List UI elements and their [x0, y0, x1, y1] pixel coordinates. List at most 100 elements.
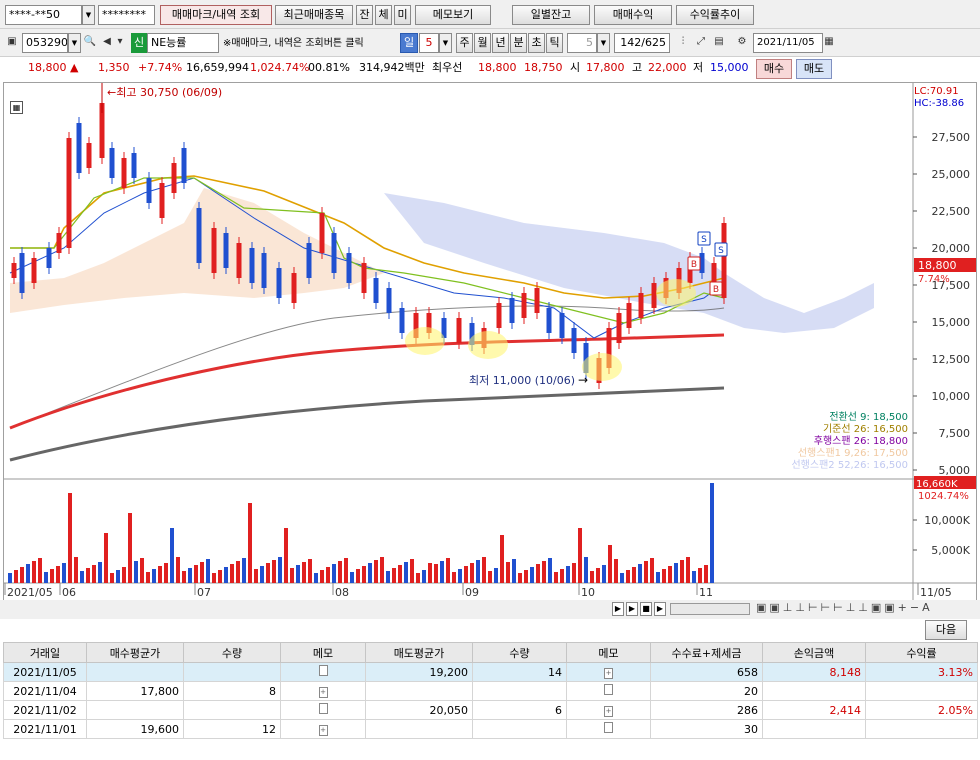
chart-canvas[interactable]: 27,50025,00022,50020,00017,50015,00012,5… — [4, 83, 976, 609]
stop-button[interactable]: ■ — [640, 602, 652, 616]
trend-line-icon[interactable]: ⤢ — [694, 34, 708, 50]
volume-bar — [128, 513, 132, 583]
memo-view-button[interactable]: 메모보기 — [415, 5, 491, 25]
scrollbar-track[interactable] — [670, 603, 750, 615]
password-field[interactable]: ******** — [98, 5, 155, 25]
gear-icon[interactable]: ⚙ — [735, 34, 749, 50]
next-button[interactable]: 다음 — [925, 620, 967, 640]
cell-return — [865, 719, 978, 739]
recent-trades-button[interactable]: 최근매매종목 — [275, 5, 353, 25]
sell-button[interactable]: 매도 — [796, 59, 832, 79]
volume-bar — [338, 561, 342, 583]
period-tick-button[interactable]: 틱 — [546, 33, 563, 53]
period-month-button[interactable]: 월 — [474, 33, 491, 53]
scroll-left-button[interactable]: ▶ — [612, 602, 624, 616]
memo-icon[interactable]: + — [566, 662, 651, 682]
chart-settings-icon[interactable]: ▦ — [10, 101, 23, 114]
return-trend-button[interactable]: 수익률추이 — [676, 5, 754, 25]
bid-price: 18,750 — [524, 61, 563, 74]
cell-sell-avg: 20,050 — [365, 700, 473, 720]
cell-buy-avg: 17,800 — [86, 681, 184, 701]
toolbar-row-2: ▣ 053290 ▼ 🔍 ◀ ▾ 신 NE능률 ※매매마크, 내역은 조회버튼 … — [0, 28, 980, 56]
code-dropdown[interactable]: ▼ — [68, 33, 81, 53]
chevron-down-icon[interactable]: ▾ — [113, 34, 127, 50]
volume-bar — [332, 564, 336, 583]
volume-bar — [98, 562, 102, 583]
calendar-icon[interactable] — [720, 34, 734, 50]
period-day-button[interactable]: 일 — [400, 33, 418, 53]
price-change: 1,350 — [98, 61, 130, 74]
account-dropdown[interactable]: ▼ — [82, 5, 95, 25]
ask-price: 18,800 — [478, 61, 517, 74]
volume-bar — [404, 562, 408, 583]
date-input[interactable]: 2021/11/05 — [753, 33, 823, 53]
daily-balance-button[interactable]: 일별잔고 — [512, 5, 590, 25]
search-icon[interactable]: 🔍 — [83, 34, 97, 50]
volume-bar — [158, 566, 162, 583]
tick-n-dropdown[interactable]: ▼ — [597, 33, 610, 53]
memo-icon[interactable]: + — [280, 681, 366, 701]
credit-badge: 신 — [131, 33, 147, 53]
volume-bar — [566, 566, 570, 583]
executed-button[interactable]: 체 — [375, 5, 392, 25]
stock-chart[interactable]: 27,500 25,000 22,500 20,000 17,500 15,000 12,5… — [3, 82, 977, 610]
x-tick-label: 09 — [465, 586, 479, 599]
volume-bar — [296, 565, 300, 583]
candle-body — [159, 183, 165, 218]
candle-body — [181, 148, 187, 183]
trade-profit-button[interactable]: 매매수익 — [594, 5, 672, 25]
table-row[interactable]: 2021/11/01 19,600 12 + 30 — [3, 719, 978, 739]
memo-icon[interactable]: + — [280, 719, 366, 739]
memo-icon[interactable]: + — [566, 700, 651, 720]
table-row[interactable]: 2021/11/05 19,200 14 + 658 8,148 3.13% — [3, 662, 978, 682]
volume-bar — [122, 567, 126, 583]
candle-body — [373, 278, 379, 303]
candle-body — [223, 233, 229, 268]
trade-table: 거래일 매수평균가 수량 메모 매도평균가 수량 메모 수수료+제세금 손익금액… — [3, 642, 978, 739]
memo-icon[interactable] — [566, 681, 651, 701]
trade-mark-query-button[interactable]: 매매마크/내역 조회 — [160, 5, 272, 25]
trade-marker-sell: S — [701, 235, 707, 245]
play-button[interactable]: ▶ — [626, 602, 638, 616]
period-year-button[interactable]: 년 — [492, 33, 509, 53]
table-row[interactable]: 2021/11/02 20,050 6 + 286 2,414 2.05% — [3, 700, 978, 720]
period-week-button[interactable]: 주 — [456, 33, 473, 53]
period-n-input[interactable]: 5 — [419, 33, 439, 53]
ichimoku-legend-item: 기준선 26: 16,500 — [823, 423, 908, 435]
volume-bar — [266, 563, 270, 583]
candle-body — [546, 308, 552, 333]
period-n-dropdown[interactable]: ▼ — [439, 33, 452, 53]
scroll-right-button[interactable]: ▶ — [654, 602, 666, 616]
cell-buy-avg — [86, 700, 184, 720]
col-buy-avg: 매수평균가 — [86, 642, 184, 663]
unfilled-button[interactable]: 미 — [394, 5, 411, 25]
buy-button[interactable]: 매수 — [756, 59, 792, 79]
account-select[interactable]: ****-**50 — [5, 5, 82, 25]
period-minute-button[interactable]: 분 — [510, 33, 527, 53]
cell-sell-avg — [365, 719, 473, 739]
period-second-button[interactable]: 초 — [528, 33, 545, 53]
highlight-ellipse — [468, 331, 508, 359]
table-row[interactable]: 2021/11/04 17,800 8 + 20 — [3, 681, 978, 701]
memo-icon[interactable] — [280, 662, 366, 682]
memo-icon[interactable] — [566, 719, 651, 739]
volume-bar — [284, 528, 288, 583]
high-price: 22,000 — [648, 61, 687, 74]
volume-bar — [110, 573, 114, 583]
calendar-icon-2[interactable]: ▦ — [822, 34, 836, 50]
candle-body — [521, 293, 527, 318]
grid-icon[interactable]: ▣ — [5, 34, 19, 50]
volume-bar — [626, 570, 630, 583]
stock-code-input[interactable]: 053290 — [22, 33, 68, 53]
volume-bar — [464, 566, 468, 583]
candle-body — [66, 138, 72, 248]
volume-bar — [86, 568, 90, 583]
memo-icon[interactable] — [280, 700, 366, 720]
chart-tools-icons[interactable]: ▣▣⊥⊥⊢⊢⊢⊥⊥▣▣+−A — [756, 601, 933, 614]
speaker-icon[interactable]: ◀ — [100, 34, 114, 50]
candle-settings-icon[interactable]: ⫶ — [676, 34, 690, 50]
tick-n-input[interactable]: 5 — [567, 33, 597, 53]
volume-bar — [668, 566, 672, 583]
volume-bar — [92, 565, 96, 583]
balance-button[interactable]: 잔 — [356, 5, 373, 25]
